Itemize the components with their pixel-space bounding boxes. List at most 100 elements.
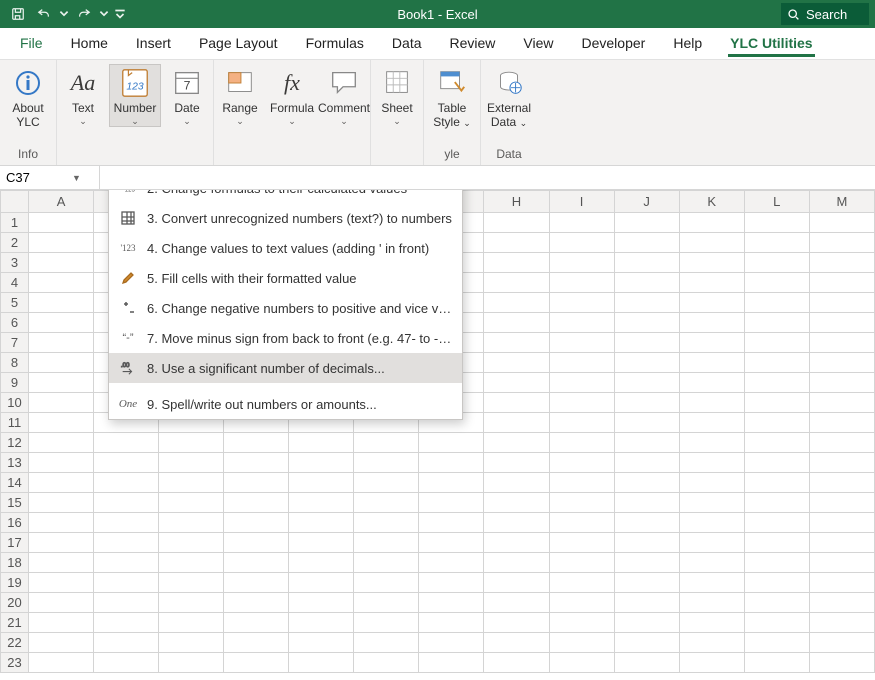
cell[interactable]: [484, 513, 549, 533]
cell[interactable]: [614, 653, 679, 673]
row-header[interactable]: 22: [1, 633, 29, 653]
cell[interactable]: [29, 513, 94, 533]
cell[interactable]: [679, 433, 744, 453]
cell[interactable]: [94, 593, 159, 613]
menu-item-6[interactable]: 6. Change negative numbers to positive a…: [109, 293, 462, 323]
ribbon-btn-range[interactable]: Range⌄: [214, 64, 266, 126]
cell[interactable]: [809, 313, 874, 333]
cell[interactable]: [809, 513, 874, 533]
cell[interactable]: [159, 493, 224, 513]
cell[interactable]: [484, 453, 549, 473]
cell[interactable]: [419, 593, 484, 613]
cell[interactable]: [289, 533, 354, 553]
cell[interactable]: [224, 473, 289, 493]
cell[interactable]: [354, 553, 419, 573]
ribbon-btn-sheet[interactable]: Sheet⌄: [371, 64, 423, 126]
row-header[interactable]: 7: [1, 333, 29, 353]
cell[interactable]: [809, 353, 874, 373]
cell[interactable]: [809, 453, 874, 473]
cell[interactable]: [419, 573, 484, 593]
cell[interactable]: [614, 233, 679, 253]
column-header[interactable]: I: [549, 191, 614, 213]
row-header[interactable]: 6: [1, 313, 29, 333]
cell[interactable]: [809, 393, 874, 413]
cell[interactable]: [679, 353, 744, 373]
cell[interactable]: [94, 513, 159, 533]
cell[interactable]: [809, 253, 874, 273]
cell[interactable]: [744, 253, 809, 273]
cell[interactable]: [159, 513, 224, 533]
cell[interactable]: [159, 653, 224, 673]
cell[interactable]: [679, 273, 744, 293]
formula-bar[interactable]: [100, 166, 875, 189]
cell[interactable]: [289, 433, 354, 453]
cell[interactable]: [159, 633, 224, 653]
cell[interactable]: [289, 453, 354, 473]
row-header[interactable]: 18: [1, 553, 29, 573]
cell[interactable]: [354, 513, 419, 533]
cell[interactable]: [809, 273, 874, 293]
cell[interactable]: [549, 413, 614, 433]
cell[interactable]: [614, 433, 679, 453]
cell[interactable]: [29, 293, 94, 313]
cell[interactable]: [744, 533, 809, 553]
cell[interactable]: [614, 373, 679, 393]
cell[interactable]: [29, 413, 94, 433]
cell[interactable]: [679, 493, 744, 513]
ribbon-btn-number[interactable]: 123Number⌄: [109, 64, 161, 127]
cell[interactable]: [419, 633, 484, 653]
cell[interactable]: [549, 613, 614, 633]
cell[interactable]: [614, 593, 679, 613]
column-header[interactable]: L: [744, 191, 809, 213]
tab-file[interactable]: File: [8, 29, 55, 59]
cell[interactable]: [159, 473, 224, 493]
cell[interactable]: [94, 653, 159, 673]
cell[interactable]: [614, 253, 679, 273]
cell[interactable]: [289, 513, 354, 533]
cell[interactable]: [29, 393, 94, 413]
cell[interactable]: [679, 213, 744, 233]
cell[interactable]: [809, 433, 874, 453]
cell[interactable]: [29, 253, 94, 273]
cell[interactable]: [29, 453, 94, 473]
cell[interactable]: [549, 333, 614, 353]
cell[interactable]: [354, 473, 419, 493]
row-header[interactable]: 12: [1, 433, 29, 453]
cell[interactable]: [679, 513, 744, 533]
tab-formulas[interactable]: Formulas: [294, 29, 376, 59]
cell[interactable]: [94, 453, 159, 473]
cell[interactable]: [679, 293, 744, 313]
cell[interactable]: [484, 533, 549, 553]
menu-item-4[interactable]: '1234. Change values to text values (add…: [109, 233, 462, 263]
cell[interactable]: [549, 313, 614, 333]
cell[interactable]: [679, 633, 744, 653]
cell[interactable]: [809, 633, 874, 653]
cell[interactable]: [419, 453, 484, 473]
cell[interactable]: [744, 233, 809, 253]
cell[interactable]: [679, 573, 744, 593]
cell[interactable]: [809, 213, 874, 233]
cell[interactable]: [94, 473, 159, 493]
cell[interactable]: [29, 373, 94, 393]
cell[interactable]: [744, 333, 809, 353]
menu-item-2[interactable]: a1232. Change formulas to their calculat…: [109, 190, 462, 203]
cell[interactable]: [614, 553, 679, 573]
menu-item-8[interactable]: .008. Use a significant number of decima…: [109, 353, 462, 383]
column-header[interactable]: H: [484, 191, 549, 213]
cell[interactable]: [484, 653, 549, 673]
ribbon-btn-text[interactable]: AaText⌄: [57, 64, 109, 126]
cell[interactable]: [549, 353, 614, 373]
ribbon-btn-comment[interactable]: Comment⌄: [318, 64, 370, 126]
tab-developer[interactable]: Developer: [570, 29, 658, 59]
cell[interactable]: [614, 273, 679, 293]
cell[interactable]: [744, 353, 809, 373]
cell[interactable]: [614, 533, 679, 553]
cell[interactable]: [419, 473, 484, 493]
name-box[interactable]: ▼: [0, 166, 100, 189]
cell[interactable]: [744, 373, 809, 393]
cell[interactable]: [289, 653, 354, 673]
cell[interactable]: [549, 273, 614, 293]
cell[interactable]: [744, 313, 809, 333]
cell[interactable]: [679, 533, 744, 553]
ribbon-btn-table-style[interactable]: TableStyle ⌄: [424, 64, 480, 130]
